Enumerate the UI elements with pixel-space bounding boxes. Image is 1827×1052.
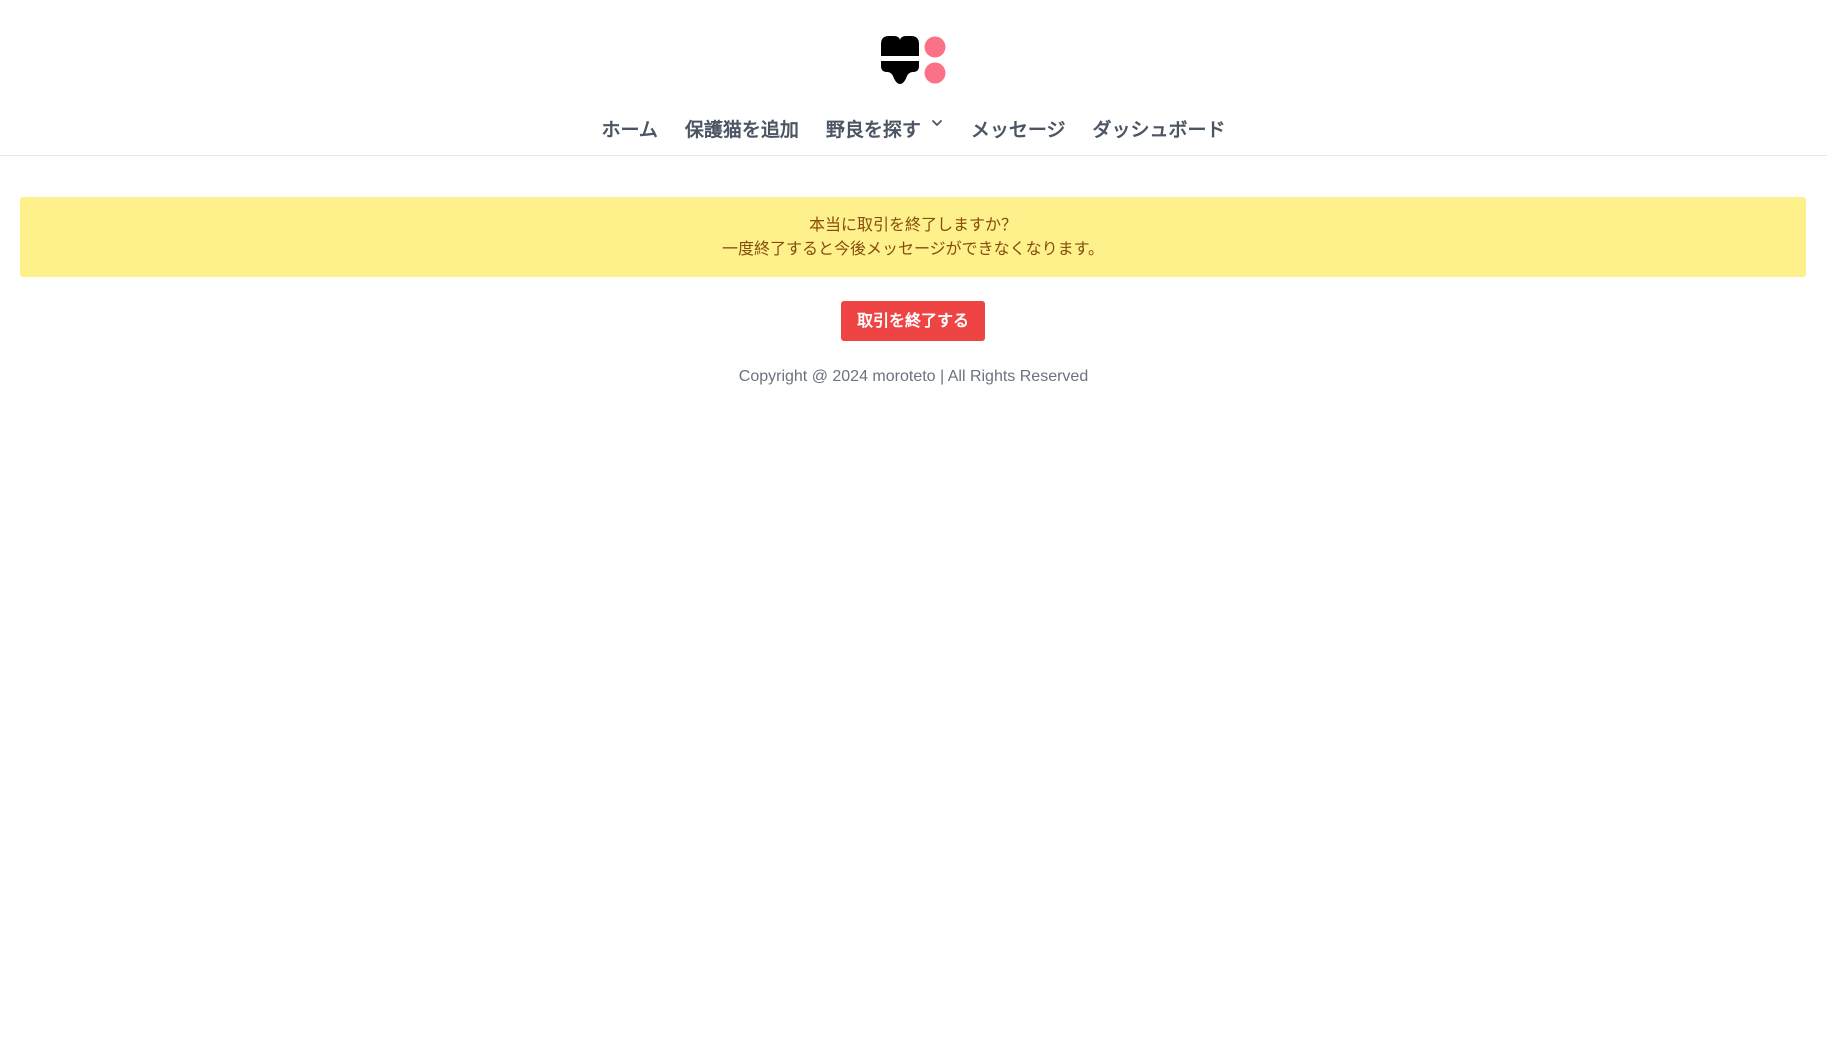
warning-line-1: 本当に取引を終了しますか？ [808, 215, 1017, 234]
nav-dashboard[interactable]: ダッシュボード [1093, 112, 1226, 148]
warning-line-2: 一度終了すると今後メッセージができなくなります。 [721, 239, 1105, 258]
nav-add-rescue-cat-label: 保護猫を追加 [684, 119, 799, 141]
nav-add-rescue-cat[interactable]: 保護猫を追加 [685, 112, 799, 148]
nav-messages[interactable]: メッセージ [971, 112, 1066, 148]
nav-dashboard-label: ダッシュボード [1092, 119, 1226, 141]
main-nav: ホーム 保護猫を追加 野良を探す メッセージ ダッシュボード [0, 112, 1827, 148]
end-transaction-button[interactable]: 取引を終了する [841, 301, 985, 341]
cat-paw-logo-icon[interactable] [879, 34, 947, 86]
site-header: ホーム 保護猫を追加 野良を探す メッセージ ダッシュボード [0, 0, 1827, 156]
end-transaction-warning: 本当に取引を終了しますか？ 一度終了すると今後メッセージができなくなります。 [20, 197, 1806, 277]
nav-find-strays-label: 野良を探す [825, 119, 921, 141]
chevron-down-icon[interactable] [930, 116, 944, 130]
nav-home[interactable]: ホーム [601, 112, 657, 148]
footer-copyright: Copyright @ 2024 moroteto | All Rights R… [738, 368, 1089, 385]
nav-messages-label: メッセージ [970, 119, 1066, 141]
nav-home-label: ホーム [601, 119, 658, 141]
nav-find-strays[interactable]: 野良を探す [826, 112, 944, 148]
